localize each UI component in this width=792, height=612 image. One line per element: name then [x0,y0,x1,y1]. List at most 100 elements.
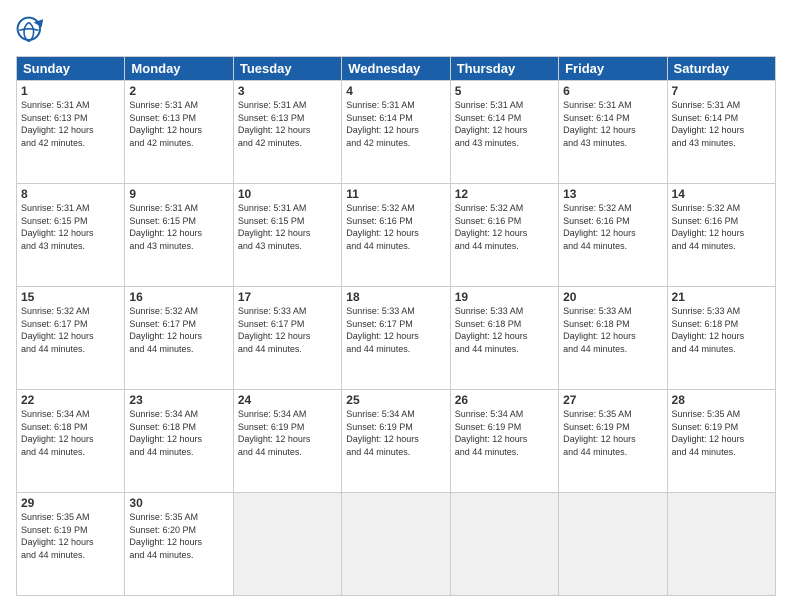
day-cell: 11Sunrise: 5:32 AM Sunset: 6:16 PM Dayli… [342,184,450,287]
day-number: 5 [455,84,554,98]
col-thursday: Thursday [450,57,558,81]
day-info: Sunrise: 5:31 AM Sunset: 6:13 PM Dayligh… [21,99,120,149]
logo-icon [16,16,48,48]
day-cell: 17Sunrise: 5:33 AM Sunset: 6:17 PM Dayli… [233,287,341,390]
day-cell: 28Sunrise: 5:35 AM Sunset: 6:19 PM Dayli… [667,390,775,493]
day-number: 14 [672,187,771,201]
day-info: Sunrise: 5:31 AM Sunset: 6:15 PM Dayligh… [21,202,120,252]
day-number: 30 [129,496,228,510]
day-cell: 19Sunrise: 5:33 AM Sunset: 6:18 PM Dayli… [450,287,558,390]
day-number: 15 [21,290,120,304]
day-info: Sunrise: 5:33 AM Sunset: 6:18 PM Dayligh… [455,305,554,355]
page: Sunday Monday Tuesday Wednesday Thursday… [0,0,792,612]
day-cell: 15Sunrise: 5:32 AM Sunset: 6:17 PM Dayli… [17,287,125,390]
day-cell: 9Sunrise: 5:31 AM Sunset: 6:15 PM Daylig… [125,184,233,287]
day-cell: 6Sunrise: 5:31 AM Sunset: 6:14 PM Daylig… [559,81,667,184]
day-info: Sunrise: 5:31 AM Sunset: 6:13 PM Dayligh… [238,99,337,149]
day-info: Sunrise: 5:31 AM Sunset: 6:14 PM Dayligh… [672,99,771,149]
day-cell: 7Sunrise: 5:31 AM Sunset: 6:14 PM Daylig… [667,81,775,184]
day-cell [450,493,558,596]
logo [16,16,52,48]
day-number: 26 [455,393,554,407]
day-info: Sunrise: 5:33 AM Sunset: 6:17 PM Dayligh… [238,305,337,355]
day-cell: 21Sunrise: 5:33 AM Sunset: 6:18 PM Dayli… [667,287,775,390]
day-info: Sunrise: 5:32 AM Sunset: 6:17 PM Dayligh… [129,305,228,355]
day-info: Sunrise: 5:31 AM Sunset: 6:14 PM Dayligh… [346,99,445,149]
day-info: Sunrise: 5:32 AM Sunset: 6:17 PM Dayligh… [21,305,120,355]
day-number: 1 [21,84,120,98]
day-cell: 25Sunrise: 5:34 AM Sunset: 6:19 PM Dayli… [342,390,450,493]
day-info: Sunrise: 5:34 AM Sunset: 6:18 PM Dayligh… [129,408,228,458]
day-info: Sunrise: 5:34 AM Sunset: 6:19 PM Dayligh… [455,408,554,458]
col-saturday: Saturday [667,57,775,81]
day-info: Sunrise: 5:35 AM Sunset: 6:19 PM Dayligh… [21,511,120,561]
day-number: 12 [455,187,554,201]
day-info: Sunrise: 5:31 AM Sunset: 6:14 PM Dayligh… [563,99,662,149]
day-cell: 12Sunrise: 5:32 AM Sunset: 6:16 PM Dayli… [450,184,558,287]
day-number: 6 [563,84,662,98]
day-cell: 24Sunrise: 5:34 AM Sunset: 6:19 PM Dayli… [233,390,341,493]
week-row-2: 15Sunrise: 5:32 AM Sunset: 6:17 PM Dayli… [17,287,776,390]
day-number: 17 [238,290,337,304]
day-cell: 23Sunrise: 5:34 AM Sunset: 6:18 PM Dayli… [125,390,233,493]
day-number: 20 [563,290,662,304]
day-cell: 29Sunrise: 5:35 AM Sunset: 6:19 PM Dayli… [17,493,125,596]
day-cell [233,493,341,596]
header [16,16,776,48]
day-number: 25 [346,393,445,407]
week-row-0: 1Sunrise: 5:31 AM Sunset: 6:13 PM Daylig… [17,81,776,184]
day-cell: 14Sunrise: 5:32 AM Sunset: 6:16 PM Dayli… [667,184,775,287]
day-cell: 18Sunrise: 5:33 AM Sunset: 6:17 PM Dayli… [342,287,450,390]
week-row-1: 8Sunrise: 5:31 AM Sunset: 6:15 PM Daylig… [17,184,776,287]
day-cell: 5Sunrise: 5:31 AM Sunset: 6:14 PM Daylig… [450,81,558,184]
day-cell: 26Sunrise: 5:34 AM Sunset: 6:19 PM Dayli… [450,390,558,493]
day-info: Sunrise: 5:33 AM Sunset: 6:18 PM Dayligh… [672,305,771,355]
day-cell: 13Sunrise: 5:32 AM Sunset: 6:16 PM Dayli… [559,184,667,287]
day-info: Sunrise: 5:33 AM Sunset: 6:17 PM Dayligh… [346,305,445,355]
day-number: 7 [672,84,771,98]
day-number: 27 [563,393,662,407]
day-number: 21 [672,290,771,304]
day-number: 18 [346,290,445,304]
day-cell: 2Sunrise: 5:31 AM Sunset: 6:13 PM Daylig… [125,81,233,184]
day-number: 23 [129,393,228,407]
day-cell [667,493,775,596]
day-cell: 20Sunrise: 5:33 AM Sunset: 6:18 PM Dayli… [559,287,667,390]
day-cell: 3Sunrise: 5:31 AM Sunset: 6:13 PM Daylig… [233,81,341,184]
day-info: Sunrise: 5:35 AM Sunset: 6:19 PM Dayligh… [672,408,771,458]
day-number: 8 [21,187,120,201]
day-info: Sunrise: 5:34 AM Sunset: 6:19 PM Dayligh… [238,408,337,458]
day-number: 2 [129,84,228,98]
day-cell [559,493,667,596]
day-info: Sunrise: 5:32 AM Sunset: 6:16 PM Dayligh… [672,202,771,252]
day-number: 22 [21,393,120,407]
day-cell: 8Sunrise: 5:31 AM Sunset: 6:15 PM Daylig… [17,184,125,287]
col-friday: Friday [559,57,667,81]
day-info: Sunrise: 5:31 AM Sunset: 6:14 PM Dayligh… [455,99,554,149]
day-info: Sunrise: 5:32 AM Sunset: 6:16 PM Dayligh… [455,202,554,252]
day-number: 4 [346,84,445,98]
day-cell: 16Sunrise: 5:32 AM Sunset: 6:17 PM Dayli… [125,287,233,390]
day-number: 3 [238,84,337,98]
day-number: 19 [455,290,554,304]
col-wednesday: Wednesday [342,57,450,81]
day-number: 13 [563,187,662,201]
day-number: 28 [672,393,771,407]
week-row-3: 22Sunrise: 5:34 AM Sunset: 6:18 PM Dayli… [17,390,776,493]
day-cell: 27Sunrise: 5:35 AM Sunset: 6:19 PM Dayli… [559,390,667,493]
col-monday: Monday [125,57,233,81]
day-info: Sunrise: 5:31 AM Sunset: 6:13 PM Dayligh… [129,99,228,149]
day-number: 24 [238,393,337,407]
calendar-table: Sunday Monday Tuesday Wednesday Thursday… [16,56,776,596]
day-number: 16 [129,290,228,304]
day-info: Sunrise: 5:34 AM Sunset: 6:18 PM Dayligh… [21,408,120,458]
day-info: Sunrise: 5:35 AM Sunset: 6:19 PM Dayligh… [563,408,662,458]
day-number: 10 [238,187,337,201]
day-cell: 1Sunrise: 5:31 AM Sunset: 6:13 PM Daylig… [17,81,125,184]
header-row: Sunday Monday Tuesday Wednesday Thursday… [17,57,776,81]
col-sunday: Sunday [17,57,125,81]
day-info: Sunrise: 5:33 AM Sunset: 6:18 PM Dayligh… [563,305,662,355]
day-info: Sunrise: 5:32 AM Sunset: 6:16 PM Dayligh… [563,202,662,252]
day-cell: 10Sunrise: 5:31 AM Sunset: 6:15 PM Dayli… [233,184,341,287]
day-info: Sunrise: 5:31 AM Sunset: 6:15 PM Dayligh… [129,202,228,252]
